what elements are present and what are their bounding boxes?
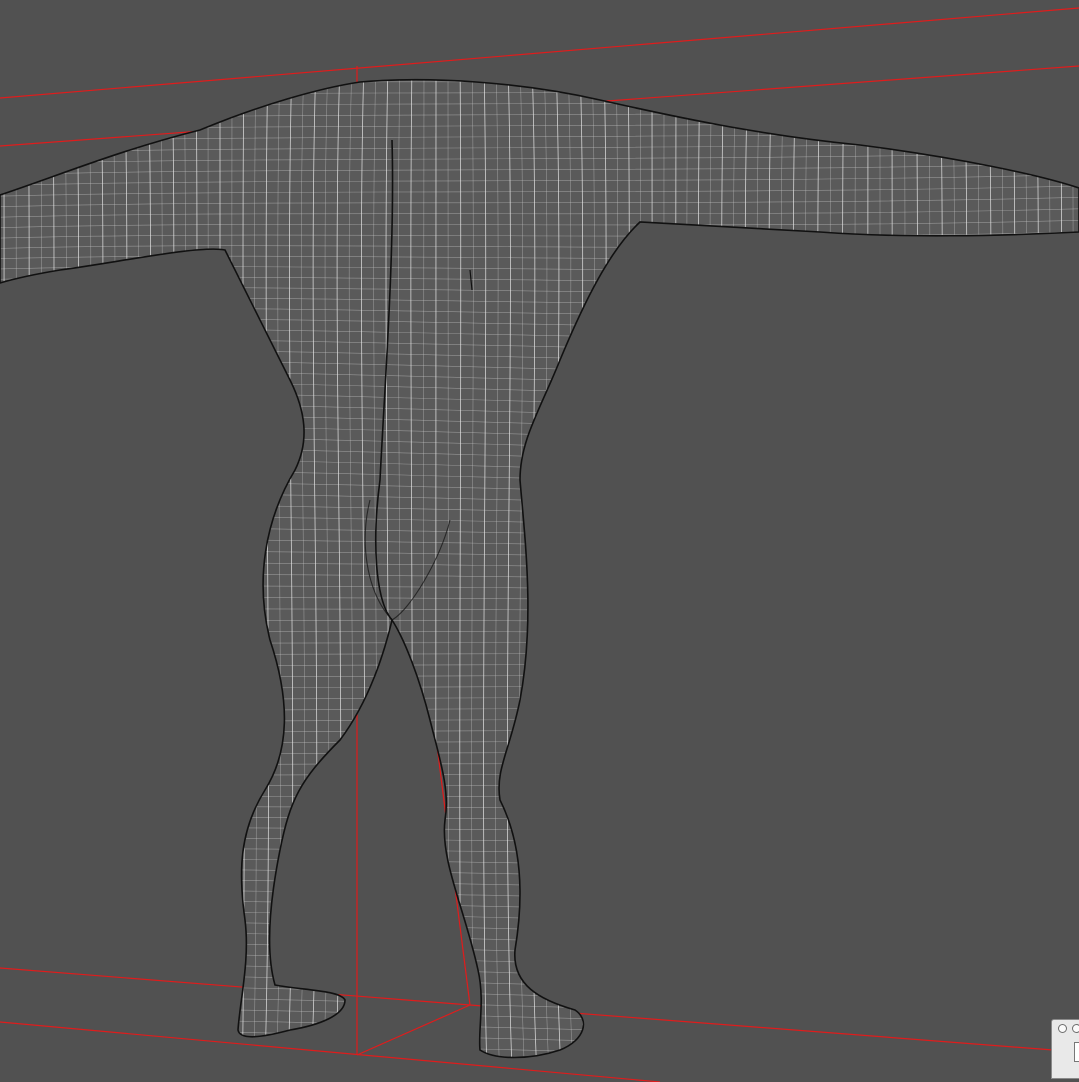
wire-edge-loop <box>0 647 1079 659</box>
wire-edge-loop <box>0 911 1079 924</box>
wire-edge-loop <box>0 679 1079 693</box>
wire-edge-loop <box>0 414 1079 431</box>
tool-window-field[interactable] <box>1074 1042 1079 1062</box>
wire-edge-ring <box>651 79 653 1058</box>
floating-tool-window[interactable] <box>1051 1019 1079 1079</box>
wire-edge-loop <box>0 942 1079 958</box>
minimize-button-icon[interactable] <box>1072 1024 1079 1033</box>
wire-edge-loop <box>0 964 1079 981</box>
wire-edge-loop <box>0 838 1079 844</box>
wire-edge-loop <box>0 804 1079 810</box>
wire-edge-loop <box>0 932 1079 947</box>
wire-edge-loop <box>0 746 1079 758</box>
wire-edge-loop <box>0 493 1079 506</box>
wire-edge-loop <box>0 616 1079 624</box>
wire-edge-loop <box>0 690 1079 704</box>
wire-edge-loop <box>0 562 1079 569</box>
wire-edge-loop <box>0 890 1079 901</box>
wire-edge-loop <box>0 879 1079 890</box>
wire-edge-loop <box>0 637 1079 647</box>
wire-edge-loop <box>0 669 1079 681</box>
wire-edge-loop <box>0 780 1079 790</box>
wire-edge-loop <box>0 458 1079 474</box>
wire-edge-loop <box>0 481 1079 496</box>
wire-edge-loop <box>0 723 1079 737</box>
scene-canvas[interactable] <box>0 0 1079 1082</box>
wire-edge-loop <box>0 900 1079 913</box>
wire-edge-loop <box>0 848 1079 855</box>
wire-edge-loop <box>0 504 1079 517</box>
wire-edge-loop <box>0 757 1079 769</box>
wire-edge-loop <box>0 66 1079 74</box>
wire-edge-loop <box>0 735 1079 747</box>
wire-edge-loop <box>0 975 1079 992</box>
close-button-icon[interactable] <box>1058 1024 1067 1033</box>
wire-edge-loop <box>0 425 1079 442</box>
wire-edge-loop <box>0 447 1079 464</box>
wire-edge-loop <box>0 712 1079 726</box>
wire-edge-loop <box>0 658 1079 670</box>
wire-edge-loop <box>0 436 1079 453</box>
wire-edge-loop <box>0 595 1079 601</box>
wire-edge-loop <box>0 605 1079 613</box>
wire-edge-loop <box>0 527 1079 538</box>
wire-edge-loop <box>0 574 1079 579</box>
wire-edge-loop <box>0 792 1079 800</box>
wire-edge-loop <box>0 550 1079 558</box>
wire-edge-loop <box>0 858 1079 867</box>
wire-edge-loop <box>0 953 1079 970</box>
3d-viewport[interactable] <box>0 0 1079 1082</box>
wire-edge-loop <box>0 869 1079 878</box>
wire-edge-loop <box>0 470 1079 485</box>
character-mesh[interactable] <box>0 60 1079 1075</box>
wire-edge-loop <box>0 827 1079 832</box>
wire-edge-loop <box>0 539 1079 548</box>
wire-edge-loop <box>0 585 1079 590</box>
wire-edge-loop <box>0 626 1079 636</box>
wire-edge-loop <box>0 769 1079 779</box>
wire-edge-loop <box>0 516 1079 527</box>
wire-edge-loop <box>0 815 1079 821</box>
wire-edge-loop <box>0 921 1079 936</box>
wire-edge-loop <box>0 701 1079 715</box>
